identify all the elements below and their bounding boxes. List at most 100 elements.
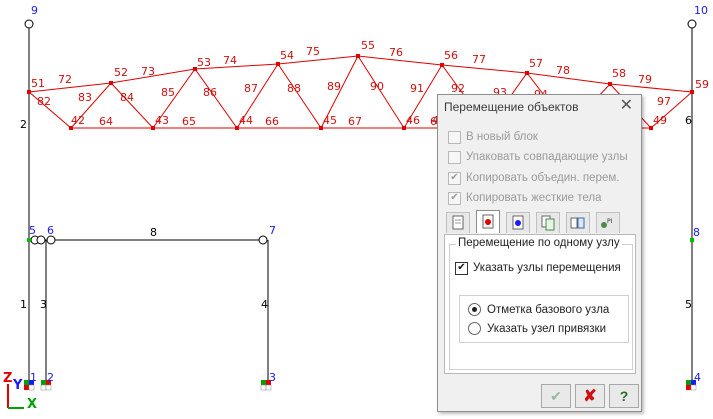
- truss-element-label: 65: [182, 115, 196, 128]
- truss-diagonal-label: 89: [327, 80, 341, 93]
- truss-node-label: 57: [529, 57, 543, 70]
- tab-page-icon[interactable]: [446, 212, 470, 233]
- tab-panel: Перемещение по одному узлу ✔ Указать узл…: [444, 234, 636, 374]
- tab-book-icon[interactable]: [566, 212, 590, 233]
- node-label-6: 6: [47, 224, 54, 237]
- element-label-4: 4: [261, 298, 268, 311]
- specify-nodes-label: Указать узлы перемещения: [473, 262, 621, 274]
- checkbox[interactable]: [448, 150, 461, 164]
- truss-diagonal-label: 91: [410, 82, 424, 95]
- radio-base-node[interactable]: Отметка базового узла: [468, 303, 609, 316]
- truss-node-label: 59: [695, 78, 709, 91]
- node-label-4: 4: [694, 371, 701, 384]
- cancel-button[interactable]: ✘: [575, 384, 605, 408]
- tab-node-move-icon[interactable]: [476, 210, 500, 233]
- truss-node-label: 45: [323, 114, 337, 127]
- node-marker-5[interactable]: [27, 238, 31, 242]
- truss-element-label: 79: [638, 73, 652, 86]
- element-label-2: 2: [20, 118, 27, 131]
- truss-diagonal-label: 84: [120, 91, 134, 104]
- close-icon[interactable]: ✕: [620, 97, 633, 115]
- tab-node-copy-icon[interactable]: [506, 212, 530, 233]
- hinge-node-6[interactable]: [46, 235, 56, 245]
- ok-button[interactable]: ✔: [541, 384, 571, 408]
- node-label-10: 10: [694, 4, 708, 17]
- truss-element-label: 74: [223, 54, 237, 67]
- axis-z-label: Z: [3, 371, 12, 386]
- truss-element-label: 72: [58, 73, 72, 86]
- element-label-5: 5: [685, 298, 692, 311]
- dialog-title: Перемещение объектов: [444, 100, 579, 114]
- hinge-node-9[interactable]: [24, 19, 34, 29]
- truss-element-label: 78: [556, 64, 570, 77]
- truss-diagonal-label: 88: [287, 82, 301, 95]
- truss-node-label: 53: [197, 56, 211, 69]
- element-label-1: 1: [20, 298, 27, 311]
- truss-diagonal-label: 85: [161, 86, 175, 99]
- hinge-node-7[interactable]: [258, 235, 268, 245]
- truss-node-label: 52: [114, 66, 128, 79]
- option-pack-nodes[interactable]: Упаковать совпадающие узлы: [448, 149, 628, 165]
- hinge-node-10[interactable]: [687, 19, 697, 29]
- truss-element-label: 76: [389, 46, 403, 59]
- element-label-6: 6: [685, 114, 692, 127]
- radio-label: Указать узел привязки: [487, 322, 607, 335]
- radio-anchor-node[interactable]: Указать узел привязки: [468, 322, 606, 335]
- tab-pi-icon[interactable]: PI: [596, 212, 620, 233]
- truss-diagonal-label: 87: [244, 82, 258, 95]
- group-title: Перемещение по одному узлу: [456, 237, 622, 249]
- option-label: Упаковать совпадающие узлы: [466, 151, 628, 163]
- node-label-3: 3: [269, 371, 276, 384]
- single-node-move-group: Перемещение по одному узлу ✔ Указать узл…: [449, 237, 633, 370]
- truss-diagonal-label: 86: [203, 86, 217, 99]
- option-copy-united[interactable]: ✔ Копировать объедин. перем.: [448, 170, 619, 186]
- pi-label: PI: [607, 218, 613, 225]
- axis-y-label: Y: [12, 378, 23, 393]
- specify-nodes-option[interactable]: ✔ Указать узлы перемещения: [455, 260, 621, 276]
- checkbox[interactable]: ✔: [448, 191, 461, 205]
- truss-node-label: 49: [653, 114, 667, 127]
- node-label-2: 2: [47, 371, 54, 384]
- truss-top-chord[interactable]: [28, 55, 693, 93]
- truss-element-label: 73: [141, 65, 155, 78]
- truss-element-label: 66: [265, 115, 279, 128]
- truss-node-label: 46: [406, 114, 420, 127]
- radio-button[interactable]: [468, 303, 481, 316]
- checkbox[interactable]: ✔: [455, 261, 468, 275]
- move-objects-dialog: Перемещение объектов ✕ В новый блок Упак…: [437, 94, 642, 412]
- radio-button[interactable]: [468, 322, 481, 335]
- node-label-7: 7: [269, 224, 276, 237]
- truss-node-label: 58: [612, 67, 626, 80]
- element-label-3: 3: [40, 298, 47, 311]
- node-label-1: 1: [30, 371, 37, 384]
- truss-element-label: 67: [348, 115, 362, 128]
- radio-label: Отметка базового узла: [487, 303, 610, 316]
- checkbox[interactable]: ✔: [448, 171, 461, 185]
- option-label: Копировать объедин. перем.: [466, 172, 620, 184]
- help-button[interactable]: ?: [609, 384, 639, 408]
- cross-icon: ✘: [583, 388, 597, 405]
- truss-element-label: 75: [306, 45, 320, 58]
- truss-element-label: 64: [99, 115, 113, 128]
- truss-node-label: 51: [31, 77, 45, 90]
- node-label-9: 9: [31, 4, 38, 17]
- option-new-block[interactable]: В новый блок: [448, 129, 538, 145]
- truss-diagonal-label: 82: [37, 95, 51, 108]
- tab-copy-pages-icon[interactable]: [536, 212, 560, 233]
- radio-group: Отметка базового узла Указать узел привя…: [459, 295, 629, 343]
- option-label: Копировать жесткие тела: [466, 192, 602, 204]
- element-label-8: 8: [150, 226, 157, 239]
- truss-node-label: 56: [444, 49, 458, 62]
- option-copy-rigid[interactable]: ✔ Копировать жесткие тела: [448, 190, 602, 206]
- truss-element-label: 77: [472, 53, 486, 66]
- truss-node-label: 55: [361, 39, 375, 52]
- truss-diagonal-label: 97: [657, 95, 671, 108]
- hinge-node-5b[interactable]: [36, 235, 46, 245]
- option-label: В новый блок: [466, 131, 538, 143]
- truss-diagonal-label: 90: [370, 80, 384, 93]
- truss-node-label: 54: [280, 49, 294, 62]
- truss-node-label: 44: [239, 114, 253, 127]
- truss-node-label: 43: [155, 114, 169, 127]
- truss-node-label: 42: [71, 114, 85, 127]
- checkbox[interactable]: [448, 130, 461, 144]
